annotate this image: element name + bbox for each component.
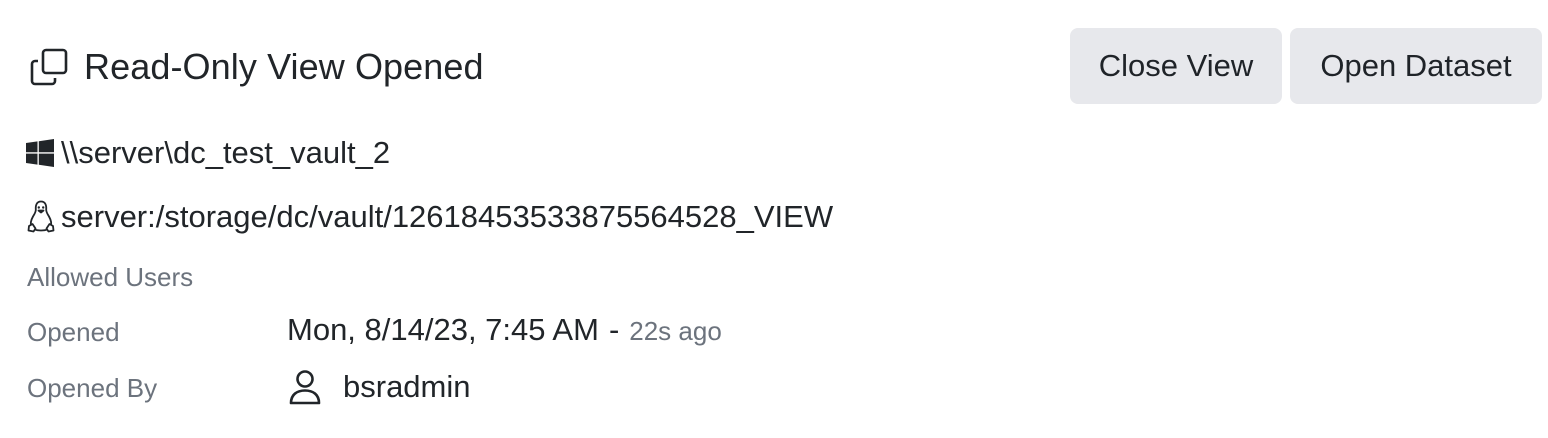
linux-path-row: server:/storage/dc/vault/126184535338755… bbox=[26, 197, 833, 237]
view-header: Read-Only View Opened bbox=[30, 42, 484, 92]
linux-path: server:/storage/dc/vault/126184535338755… bbox=[61, 199, 834, 234]
opened-timestamp: Mon, 8/14/23, 7:45 AM bbox=[287, 312, 599, 347]
opened-value: Mon, 8/14/23, 7:45 AM - 22s ago bbox=[287, 312, 722, 348]
open-dataset-button[interactable]: Open Dataset bbox=[1290, 28, 1542, 104]
windows-icon bbox=[26, 136, 56, 170]
opened-label: Opened bbox=[27, 317, 120, 347]
opened-separator: - bbox=[608, 312, 620, 347]
opened-by-label: Opened By bbox=[27, 373, 158, 403]
allowed-users-label: Allowed Users bbox=[27, 262, 194, 292]
linux-icon bbox=[26, 200, 56, 234]
close-view-button[interactable]: Close View bbox=[1070, 28, 1282, 104]
opened-relative-time: 22s ago bbox=[629, 316, 722, 346]
user-icon bbox=[288, 368, 324, 406]
page-title: Read-Only View Opened bbox=[84, 46, 484, 87]
windows-path-row: \\server\dc_test_vault_2 bbox=[26, 133, 390, 173]
copy-icon bbox=[30, 47, 70, 87]
opened-by-username: bsradmin bbox=[343, 369, 471, 404]
opened-by-value: bsradmin bbox=[288, 366, 471, 408]
windows-path: \\server\dc_test_vault_2 bbox=[61, 135, 391, 170]
